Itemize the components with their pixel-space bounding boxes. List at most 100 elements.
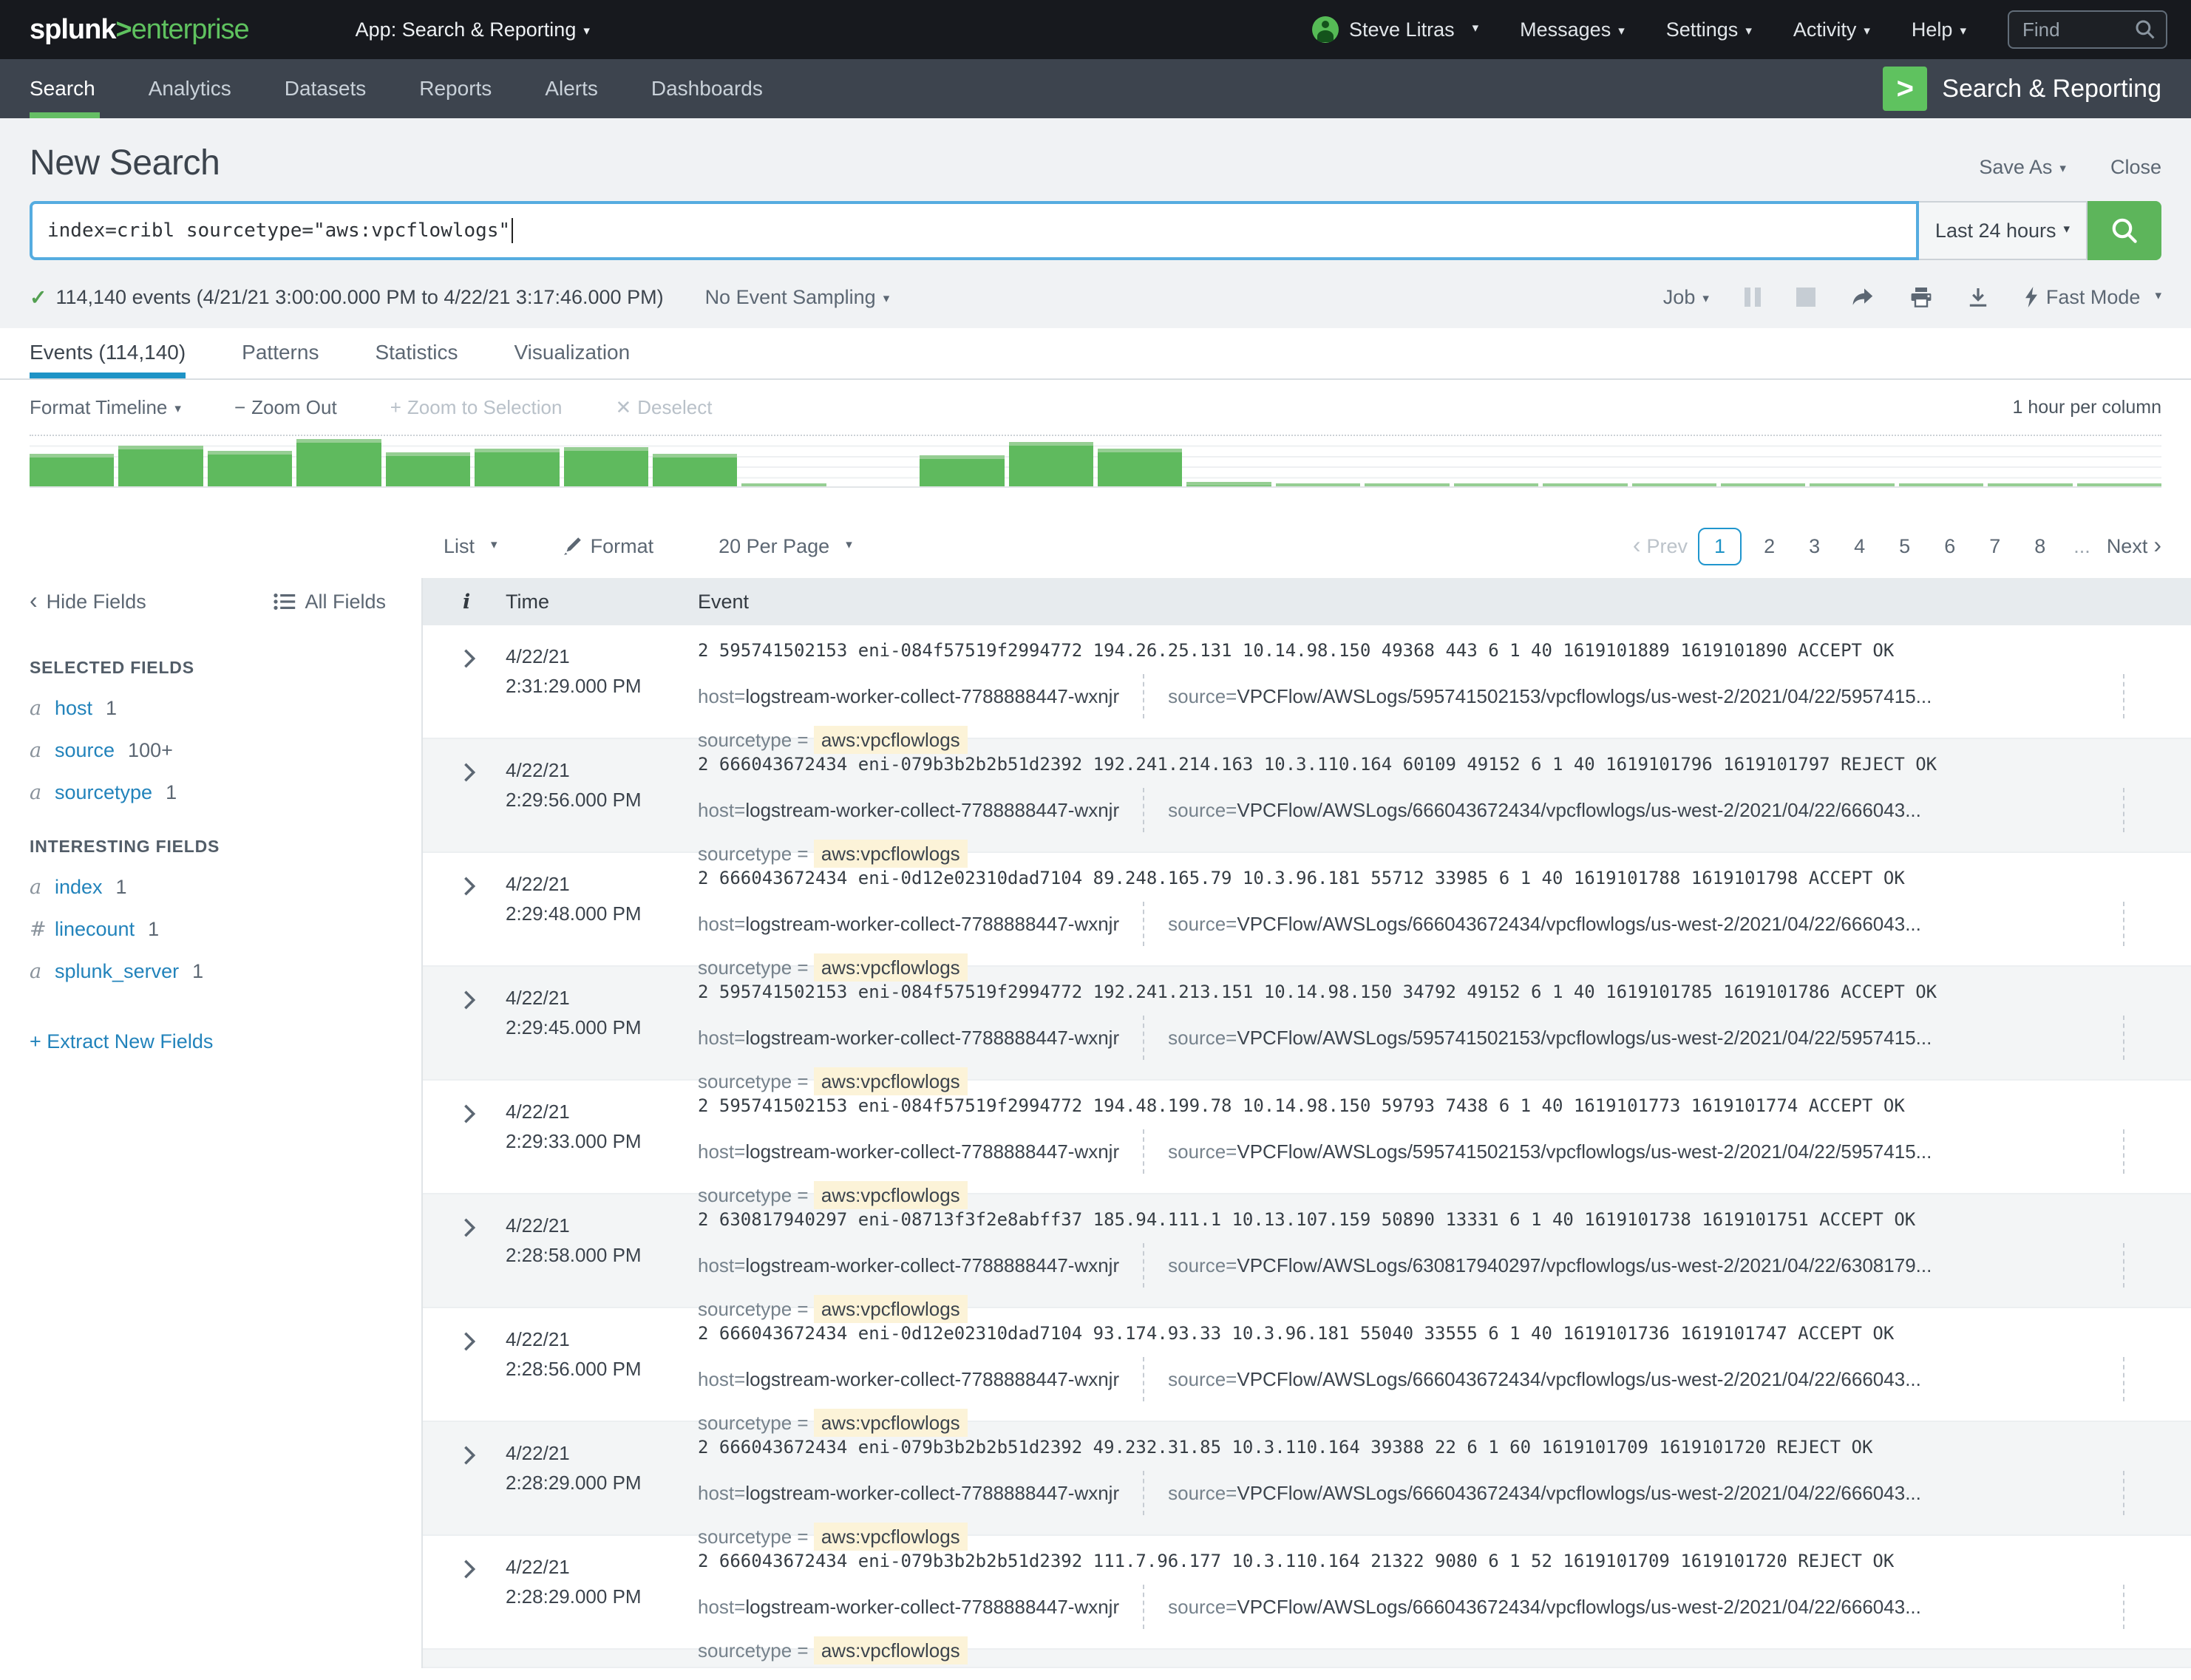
- expand-event-icon[interactable]: [463, 990, 476, 1010]
- field-value-host[interactable]: logstream-worker-collect-7788888447-wxnj…: [745, 913, 1119, 936]
- expand-event-icon[interactable]: [463, 1103, 476, 1124]
- page-5[interactable]: 5: [1887, 529, 1922, 564]
- topbar-menu-activity[interactable]: Activity▾: [1793, 18, 1870, 41]
- format-menu[interactable]: Format: [563, 535, 654, 558]
- field-value-host[interactable]: logstream-worker-collect-7788888447-wxnj…: [745, 1140, 1119, 1163]
- field-value-host[interactable]: logstream-worker-collect-7788888447-wxnj…: [745, 799, 1119, 822]
- tab-patterns[interactable]: Patterns: [242, 328, 319, 378]
- timeline-bar-12[interactable]: [1009, 442, 1093, 486]
- field-value-host[interactable]: logstream-worker-collect-7788888447-wxnj…: [745, 685, 1119, 708]
- timeline-bar-24[interactable]: [2077, 483, 2161, 486]
- page-7[interactable]: 7: [1977, 529, 2012, 564]
- tab-statistics[interactable]: Statistics: [375, 328, 458, 378]
- tab-events[interactable]: Events (114,140): [30, 328, 186, 378]
- field-value-source[interactable]: VPCFlow/AWSLogs/666043672434/vpcflowlogs…: [1237, 1482, 1921, 1505]
- expand-event-icon[interactable]: [463, 1559, 476, 1579]
- topbar-menu-help[interactable]: Help▾: [1912, 18, 1966, 41]
- field-value-source[interactable]: VPCFlow/AWSLogs/630817940297/vpcflowlogs…: [1237, 1254, 1932, 1277]
- events-timeline-histogram[interactable]: [30, 435, 2161, 488]
- field-value-source[interactable]: VPCFlow/AWSLogs/666043672434/vpcflowlogs…: [1237, 799, 1921, 822]
- timeline-bar-5[interactable]: [386, 452, 470, 486]
- expand-event-icon[interactable]: [463, 648, 476, 669]
- time-range-picker[interactable]: Last 24 hours▾: [1919, 201, 2088, 260]
- tab-visualization[interactable]: Visualization: [514, 328, 630, 378]
- field-value-host[interactable]: logstream-worker-collect-7788888447-wxnj…: [745, 1254, 1119, 1277]
- next-page-button[interactable]: Next ›: [2107, 534, 2161, 558]
- hide-fields-button[interactable]: ‹Hide Fields: [30, 590, 146, 613]
- expand-event-icon[interactable]: [463, 876, 476, 897]
- field-value-source[interactable]: VPCFlow/AWSLogs/595741502153/vpcflowlogs…: [1237, 685, 1932, 708]
- expand-event-icon[interactable]: [463, 762, 476, 783]
- zoom-out-button[interactable]: −Zoom Out: [234, 396, 337, 419]
- timeline-bar-1[interactable]: [30, 454, 114, 486]
- page-1[interactable]: 1: [1698, 528, 1742, 565]
- timeline-bar-20[interactable]: [1721, 483, 1805, 486]
- field-link-splunk_server[interactable]: splunk_server: [55, 960, 179, 983]
- timeline-bar-6[interactable]: [475, 449, 559, 486]
- expand-event-icon[interactable]: [463, 1445, 476, 1466]
- list-view-menu[interactable]: List▾: [444, 535, 497, 558]
- expand-event-icon[interactable]: [463, 1217, 476, 1238]
- timeline-bar-7[interactable]: [564, 447, 648, 486]
- nav-item-search[interactable]: Search: [30, 59, 95, 118]
- page-6[interactable]: 6: [1932, 529, 1967, 564]
- splunk-logo[interactable]: splunk>enterprise: [30, 14, 249, 46]
- field-value-source[interactable]: VPCFlow/AWSLogs/595741502153/vpcflowlogs…: [1237, 1027, 1932, 1050]
- topbar-menu-messages[interactable]: Messages▾: [1520, 18, 1625, 41]
- timeline-bar-13[interactable]: [1098, 449, 1182, 486]
- page-8[interactable]: 8: [2022, 529, 2057, 564]
- timeline-bar-15[interactable]: [1276, 483, 1360, 486]
- search-button[interactable]: [2088, 201, 2161, 260]
- field-value-host[interactable]: logstream-worker-collect-7788888447-wxnj…: [745, 1368, 1119, 1391]
- expand-event-icon[interactable]: [463, 1331, 476, 1352]
- share-icon[interactable]: [1851, 287, 1875, 307]
- timeline-bar-22[interactable]: [1899, 483, 1983, 486]
- timeline-bar-9[interactable]: [741, 483, 826, 486]
- save-as-menu[interactable]: Save As▾: [1979, 156, 2066, 179]
- timeline-bar-14[interactable]: [1186, 482, 1271, 486]
- event-sampling-menu[interactable]: No Event Sampling▾: [705, 286, 890, 309]
- user-menu[interactable]: Steve Litras ▾: [1312, 16, 1478, 43]
- field-link-linecount[interactable]: linecount: [55, 918, 135, 941]
- app-dropdown[interactable]: App: Search & Reporting▾: [356, 18, 590, 41]
- field-value-host[interactable]: logstream-worker-collect-7788888447-wxnj…: [745, 1482, 1119, 1505]
- timeline-bar-8[interactable]: [653, 454, 737, 486]
- close-button[interactable]: Close: [2110, 156, 2161, 179]
- timeline-bar-21[interactable]: [1810, 483, 1894, 486]
- field-link-host[interactable]: host: [55, 697, 92, 720]
- format-timeline-menu[interactable]: Format Timeline▾: [30, 396, 181, 419]
- nav-item-analytics[interactable]: Analytics: [149, 59, 231, 118]
- find-search-box[interactable]: [2008, 10, 2167, 49]
- nav-item-datasets[interactable]: Datasets: [285, 59, 367, 118]
- field-value-source[interactable]: VPCFlow/AWSLogs/666043672434/vpcflowlogs…: [1237, 913, 1921, 936]
- timeline-bar-3[interactable]: [208, 451, 292, 486]
- field-link-index[interactable]: index: [55, 876, 103, 899]
- print-icon[interactable]: [1910, 287, 1932, 307]
- per-page-menu[interactable]: 20 Per Page▾: [719, 535, 852, 558]
- timeline-bar-18[interactable]: [1543, 483, 1627, 486]
- download-icon[interactable]: [1968, 287, 1988, 307]
- timeline-bar-19[interactable]: [1632, 483, 1716, 486]
- field-value-source[interactable]: VPCFlow/AWSLogs/595741502153/vpcflowlogs…: [1237, 1140, 1932, 1163]
- page-2[interactable]: 2: [1752, 529, 1787, 564]
- timeline-bar-2[interactable]: [118, 446, 203, 486]
- all-fields-button[interactable]: All Fields: [274, 591, 386, 613]
- extract-new-fields-link[interactable]: + Extract New Fields: [30, 1030, 386, 1053]
- timeline-bar-11[interactable]: [920, 455, 1004, 486]
- field-value-source[interactable]: VPCFlow/AWSLogs/666043672434/vpcflowlogs…: [1237, 1596, 1921, 1619]
- timeline-bar-17[interactable]: [1454, 483, 1538, 486]
- field-value-source[interactable]: VPCFlow/AWSLogs/666043672434/vpcflowlogs…: [1237, 1368, 1921, 1391]
- field-value-host[interactable]: logstream-worker-collect-7788888447-wxnj…: [745, 1027, 1119, 1050]
- page-3[interactable]: 3: [1797, 529, 1832, 564]
- nav-item-dashboards[interactable]: Dashboards: [651, 59, 763, 118]
- search-query-input[interactable]: index=cribl sourcetype="aws:vpcflowlogs": [30, 201, 1919, 260]
- page-4[interactable]: 4: [1842, 529, 1877, 564]
- timeline-bar-4[interactable]: [296, 439, 381, 486]
- topbar-menu-settings[interactable]: Settings▾: [1666, 18, 1752, 41]
- timeline-bar-16[interactable]: [1365, 483, 1449, 486]
- nav-item-reports[interactable]: Reports: [419, 59, 492, 118]
- field-link-source[interactable]: source: [55, 739, 115, 762]
- job-menu[interactable]: Job▾: [1663, 286, 1709, 309]
- field-link-sourcetype[interactable]: sourcetype: [55, 781, 152, 804]
- field-value-host[interactable]: logstream-worker-collect-7788888447-wxnj…: [745, 1596, 1119, 1619]
